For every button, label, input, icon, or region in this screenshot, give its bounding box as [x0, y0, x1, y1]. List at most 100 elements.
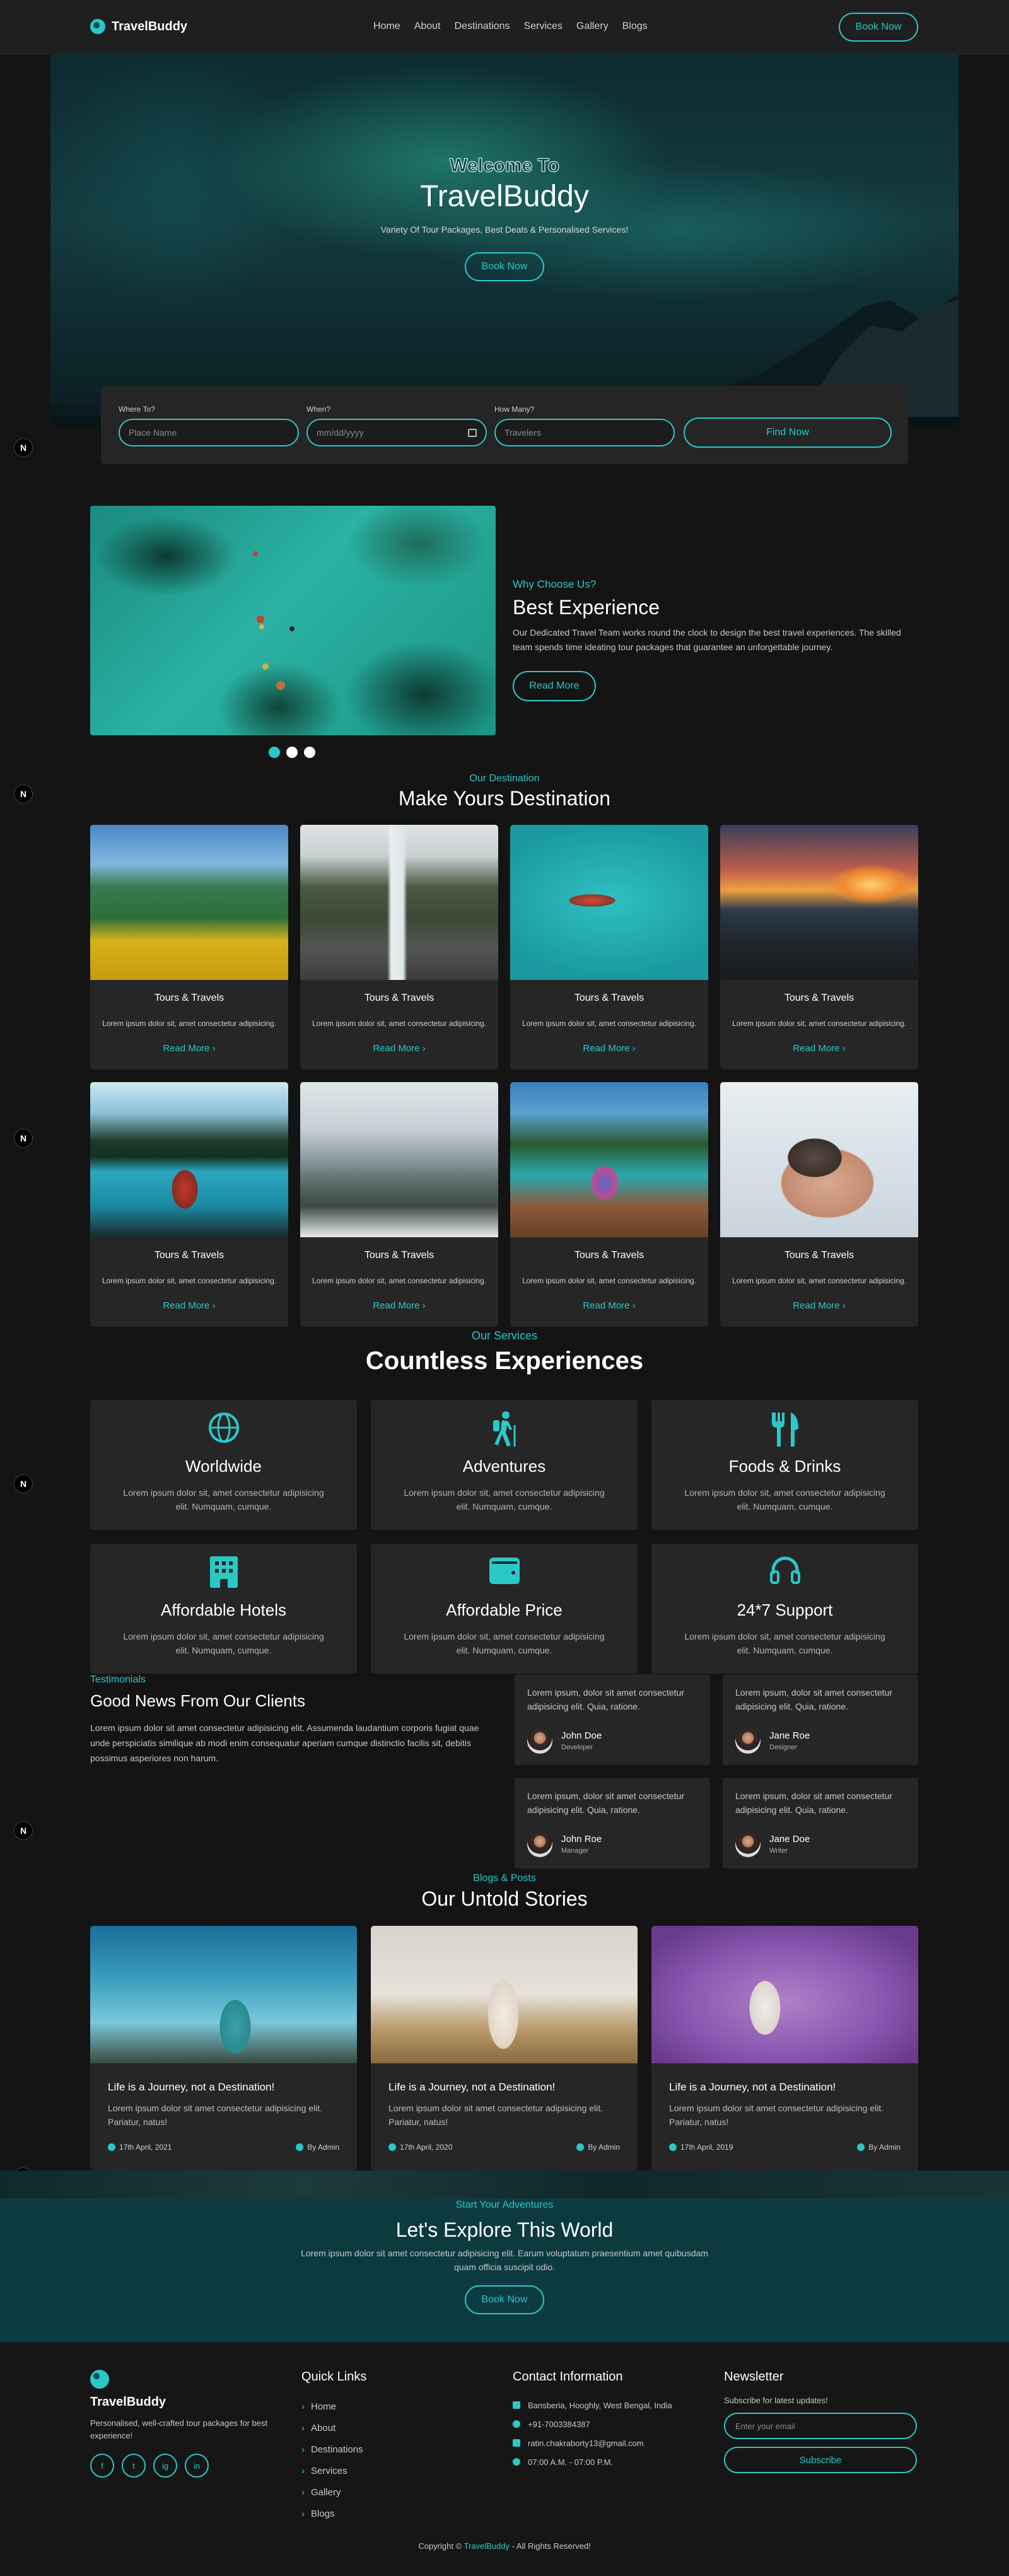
carousel-dot[interactable]	[304, 747, 315, 758]
destination-card[interactable]: Tours & Travels Lorem ipsum dolor sit, a…	[720, 1082, 918, 1327]
wallet-icon	[489, 1558, 520, 1584]
read-more-link[interactable]: Read More ›	[300, 1043, 498, 1054]
contact-email-text: ratin.chakraborty13@gmail.com	[528, 2438, 644, 2448]
destination-card[interactable]: Tours & Travels Lorem ipsum dolor sit, a…	[720, 825, 918, 1069]
footer-link-label: Destinations	[311, 2444, 363, 2455]
nav-item-gallery[interactable]: Gallery	[576, 21, 609, 32]
subscribe-button[interactable]: Subscribe	[724, 2447, 917, 2473]
testimonial-name: Jane Doe	[769, 1834, 810, 1845]
read-more-label: Read More	[163, 1043, 210, 1054]
search-panel: Where To? Place Name When? mm/dd/yyyy Ho…	[101, 386, 908, 464]
read-more-link[interactable]: Read More ›	[90, 1043, 288, 1054]
service-title: Affordable Price	[446, 1600, 563, 1619]
why-kicker: Why Choose Us?	[513, 578, 597, 590]
carousel-dot[interactable]	[286, 747, 298, 758]
destination-image	[510, 1082, 708, 1237]
destination-card[interactable]: Tours & Travels Lorem ipsum dolor sit, a…	[510, 1082, 708, 1327]
destination-card[interactable]: Tours & Travels Lorem ipsum dolor sit, a…	[510, 825, 708, 1069]
twitter-icon[interactable]: t	[122, 2454, 146, 2478]
destination-title: Tours & Travels	[574, 1250, 644, 1261]
blog-author-text: By Admin	[588, 2143, 620, 2152]
newsletter-email-input[interactable]: Enter your email	[724, 2413, 917, 2439]
avatar	[527, 1728, 552, 1754]
footer-link-home[interactable]: › Home	[301, 2396, 478, 2417]
floating-n-badge[interactable]: N	[14, 1129, 33, 1148]
carousel-dot-active[interactable]	[269, 747, 280, 758]
cta-background-image	[0, 2171, 1009, 2198]
facebook-icon[interactable]: f	[90, 2454, 114, 2478]
nav-item-home[interactable]: Home	[373, 21, 400, 32]
read-more-link[interactable]: Read More ›	[720, 1043, 918, 1054]
cta-text: Lorem ipsum dolor sit amet consectetur a…	[301, 2248, 708, 2272]
testimonial-name: Jane Roe	[769, 1730, 810, 1741]
logo-icon	[90, 19, 105, 34]
read-more-link[interactable]: Read More ›	[510, 1300, 708, 1311]
copyright-suffix: - All Rights Reserved!	[511, 2541, 591, 2551]
blog-card[interactable]: Life is a Journey, not a Destination! Lo…	[371, 1926, 638, 2171]
destination-card[interactable]: Tours & Travels Lorem ipsum dolor sit, a…	[300, 1082, 498, 1327]
chevron-right-icon: ›	[301, 2444, 305, 2455]
contact-phone[interactable]: +91-7003384387	[513, 2415, 702, 2433]
service-text: Lorem ipsum dolor sit, amet consectetur …	[123, 1488, 324, 1512]
find-now-button[interactable]: Find Now	[684, 417, 892, 448]
footer-link-destinations[interactable]: › Destinations	[301, 2439, 478, 2460]
floating-n-badge[interactable]: N	[14, 1474, 33, 1493]
cta-book-now-button[interactable]: Book Now	[465, 2285, 544, 2314]
contact-email[interactable]: ratin.chakraborty13@gmail.com	[513, 2433, 702, 2452]
nav-item-blogs[interactable]: Blogs	[622, 21, 648, 32]
blog-date: 17th April, 2020	[388, 2143, 452, 2152]
why-read-more-button[interactable]: Read More	[513, 671, 596, 701]
read-more-link[interactable]: Read More ›	[720, 1300, 918, 1311]
nav-book-now-button[interactable]: Book Now	[839, 13, 918, 42]
chevron-right-icon: ›	[301, 2401, 305, 2412]
destination-title: Tours & Travels	[364, 993, 435, 1003]
destination-title: Tours & Travels	[154, 993, 225, 1003]
travelers-input[interactable]: Travelers	[494, 419, 675, 446]
testimonials-text: Lorem ipsum dolor sit amet consectetur a…	[90, 1723, 479, 1763]
nav-item-destinations[interactable]: Destinations	[455, 21, 510, 32]
service-card: Affordable Hotels Lorem ipsum dolor sit,…	[90, 1544, 357, 1674]
destination-card[interactable]: Tours & Travels Lorem ipsum dolor sit, a…	[90, 1082, 288, 1327]
read-more-link[interactable]: Read More ›	[510, 1043, 708, 1054]
hero-book-now-button[interactable]: Book Now	[465, 252, 544, 281]
destination-card[interactable]: Tours & Travels Lorem ipsum dolor sit, a…	[300, 825, 498, 1069]
service-card: 24*7 Support Lorem ipsum dolor sit, amet…	[651, 1544, 918, 1674]
destination-card[interactable]: Tours & Travels Lorem ipsum dolor sit, a…	[90, 825, 288, 1069]
destination-image	[720, 825, 918, 980]
travelers-label: How Many?	[494, 405, 535, 414]
read-more-label: Read More	[373, 1300, 420, 1311]
lagoon-swimmers-image	[253, 551, 295, 690]
nav-menu: Home About Destinations Services Gallery…	[373, 21, 648, 32]
date-input[interactable]: mm/dd/yyyy	[306, 419, 487, 446]
copyright-brand-link[interactable]: TravelBuddy	[464, 2541, 510, 2551]
linkedin-icon[interactable]: in	[185, 2454, 209, 2478]
blog-text: Lorem ipsum dolor sit amet consectetur a…	[669, 2103, 884, 2127]
where-input[interactable]: Place Name	[119, 419, 299, 446]
blog-date: 17th April, 2021	[108, 2143, 172, 2152]
blog-card[interactable]: Life is a Journey, not a Destination! Lo…	[651, 1926, 918, 2171]
read-more-link[interactable]: Read More ›	[300, 1300, 498, 1311]
instagram-icon[interactable]: ig	[153, 2454, 177, 2478]
destination-text: Lorem ipsum dolor sit, amet consectetur …	[102, 1019, 277, 1028]
footer-link-label: Gallery	[311, 2486, 341, 2498]
service-title: 24*7 Support	[737, 1600, 833, 1619]
blog-card[interactable]: Life is a Journey, not a Destination! Lo…	[90, 1926, 357, 2171]
brand-logo[interactable]: TravelBuddy	[90, 19, 187, 34]
floating-n-badge[interactable]: N	[14, 438, 33, 457]
date-placeholder: mm/dd/yyyy	[317, 428, 364, 438]
user-icon	[857, 2143, 865, 2151]
calendar-icon[interactable]	[468, 428, 477, 437]
footer-link-gallery[interactable]: › Gallery	[301, 2481, 478, 2503]
read-more-link[interactable]: Read More ›	[90, 1300, 288, 1311]
service-card: Affordable Price Lorem ipsum dolor sit, …	[371, 1544, 638, 1674]
blogs-grid: Life is a Journey, not a Destination! Lo…	[90, 1926, 918, 2171]
nav-item-services[interactable]: Services	[524, 21, 563, 32]
footer-link-services[interactable]: › Services	[301, 2460, 478, 2481]
newsletter-title: Newsletter	[724, 2370, 784, 2384]
footer-link-about[interactable]: › About	[301, 2417, 478, 2439]
nav-item-about[interactable]: About	[414, 21, 441, 32]
footer-link-blogs[interactable]: › Blogs	[301, 2503, 478, 2524]
floating-n-badge[interactable]: N	[14, 1821, 33, 1840]
footer-link-label: Services	[311, 2465, 347, 2476]
hotel-icon	[209, 1556, 238, 1588]
